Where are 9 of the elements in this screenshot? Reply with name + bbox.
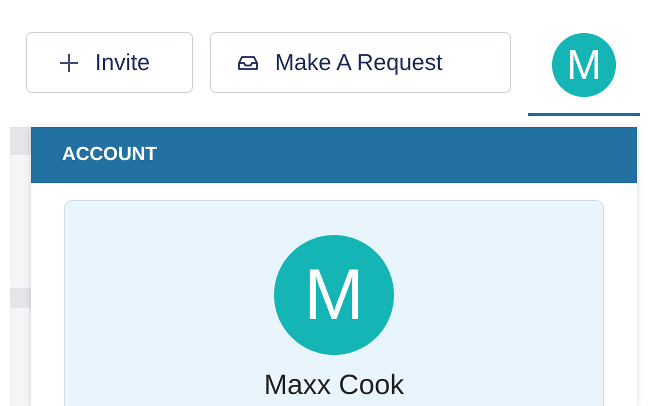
user-name: Maxx Cook bbox=[264, 371, 404, 399]
plus-icon bbox=[59, 52, 79, 72]
panel-title: ACCOUNT bbox=[62, 142, 157, 167]
avatar-icon: M bbox=[552, 33, 616, 97]
background-row bbox=[10, 288, 31, 308]
avatar-icon: M bbox=[274, 235, 394, 355]
request-button[interactable]: Make A Request bbox=[210, 32, 511, 93]
inbox-icon bbox=[237, 54, 259, 70]
invite-button[interactable]: Invite bbox=[26, 32, 193, 93]
